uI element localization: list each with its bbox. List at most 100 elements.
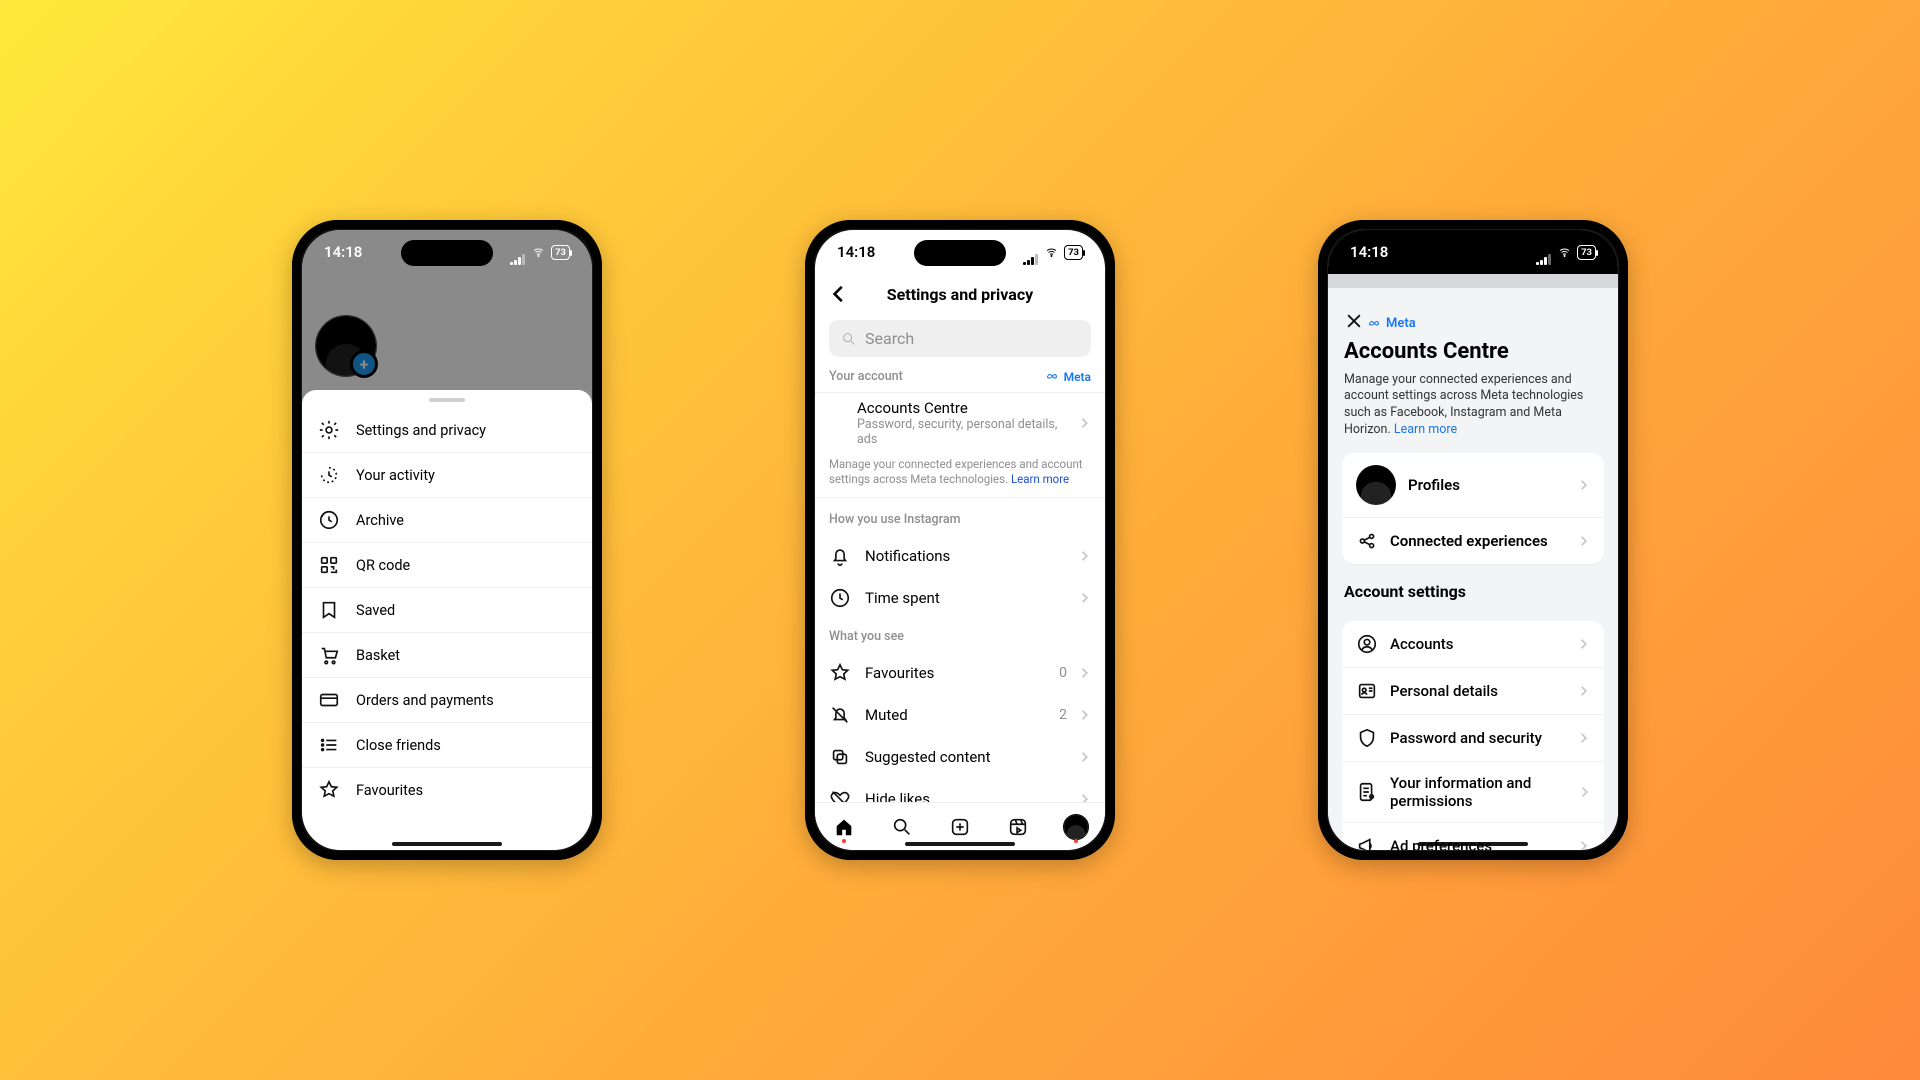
bell-icon xyxy=(829,545,851,567)
cellular-icon xyxy=(510,247,526,258)
home-indicator[interactable] xyxy=(392,842,502,846)
row-time-spent[interactable]: Time spent xyxy=(815,577,1105,619)
menu-item-orders[interactable]: Orders and payments xyxy=(302,678,592,723)
clock-icon xyxy=(829,587,851,609)
wifi-icon xyxy=(531,246,546,258)
row-label: Password and security xyxy=(1390,729,1542,747)
chevron-right-icon xyxy=(1576,534,1590,548)
menu-item-close-friends[interactable]: Close friends xyxy=(302,723,592,768)
row-muted[interactable]: Muted 2 xyxy=(815,694,1105,736)
learn-more-link[interactable]: Learn more xyxy=(1011,472,1069,486)
row-personal[interactable]: Personal details xyxy=(1342,668,1604,715)
chevron-right-icon xyxy=(1576,637,1590,651)
back-icon[interactable] xyxy=(825,282,849,306)
tab-home[interactable] xyxy=(824,807,864,847)
avatar-icon xyxy=(1064,815,1088,839)
tab-reels[interactable] xyxy=(998,807,1038,847)
row-notifications[interactable]: Notifications xyxy=(815,535,1105,577)
row-label: Accounts xyxy=(1390,635,1454,653)
chevron-right-icon xyxy=(1077,792,1091,802)
accounts-centre-footnote: Manage your connected experiences and ac… xyxy=(829,457,1091,487)
status-bar: 14:18 73 xyxy=(1328,230,1618,274)
meta-logo: Meta xyxy=(1368,316,1416,331)
menu-label: QR code xyxy=(356,557,410,574)
home-indicator[interactable] xyxy=(905,842,1015,846)
chevron-right-icon xyxy=(1576,731,1590,745)
menu-label: Saved xyxy=(356,602,395,619)
menu-label: Orders and payments xyxy=(356,692,494,709)
chevron-right-icon xyxy=(1077,708,1091,722)
chevron-right-icon xyxy=(1578,785,1590,799)
menu-item-basket[interactable]: Basket xyxy=(302,633,592,678)
menu-item-archive[interactable]: Archive xyxy=(302,498,592,543)
chevron-right-icon xyxy=(1077,549,1091,563)
what-you-see-label: What you see xyxy=(829,629,904,644)
qr-icon xyxy=(318,554,340,576)
chevron-right-icon xyxy=(1576,839,1590,850)
tab-create[interactable] xyxy=(940,807,980,847)
row-password[interactable]: Password and security xyxy=(1342,715,1604,762)
sheet-grip[interactable] xyxy=(429,398,465,402)
menu-item-saved[interactable]: Saved xyxy=(302,588,592,633)
row-connected-experiences[interactable]: Connected experiences xyxy=(1342,518,1604,564)
orders-icon xyxy=(318,689,340,711)
tab-profile[interactable] xyxy=(1056,807,1096,847)
chevron-right-icon xyxy=(1576,478,1590,492)
activity-icon xyxy=(318,464,340,486)
clock: 14:18 xyxy=(324,243,362,261)
three-phones-mockup: 14:18 73 159Posts xyxy=(217,138,1704,942)
tab-search[interactable] xyxy=(882,807,922,847)
menu-label: Close friends xyxy=(356,737,441,754)
dynamic-island xyxy=(914,240,1006,266)
close-friends-icon xyxy=(318,734,340,756)
search-placeholder: Search xyxy=(865,329,914,348)
star-icon xyxy=(829,662,851,684)
archive-icon xyxy=(318,509,340,531)
phone-2: 14:18 73 Settings and privacy Search xyxy=(805,220,1115,860)
clock: 14:18 xyxy=(837,243,875,261)
menu-item-qr[interactable]: QR code xyxy=(302,543,592,588)
row-label: Personal details xyxy=(1390,682,1498,700)
chevron-right-icon xyxy=(1576,684,1590,698)
home-indicator[interactable] xyxy=(1418,842,1528,846)
plus-square-icon xyxy=(949,816,971,838)
account-settings-heading: Account settings xyxy=(1328,564,1618,607)
menu-label: Settings and privacy xyxy=(356,422,486,439)
muted-count: 2 xyxy=(1059,707,1067,723)
row-hide-likes[interactable]: Hide likes xyxy=(815,778,1105,802)
menu-item-settings[interactable]: Settings and privacy xyxy=(302,408,592,453)
wifi-icon xyxy=(1557,246,1572,258)
bell-off-icon xyxy=(829,704,851,726)
row-profiles[interactable]: Profiles xyxy=(1342,453,1604,518)
menu-label: Archive xyxy=(356,512,404,529)
cellular-icon xyxy=(1023,247,1039,258)
basket-icon xyxy=(318,644,340,666)
heart-off-icon xyxy=(829,788,851,802)
battery-icon: 73 xyxy=(1577,245,1596,260)
phone-1: 14:18 73 159Posts xyxy=(292,220,602,860)
settings-icon xyxy=(318,419,340,441)
meta-brand-tag: Meta xyxy=(1046,370,1091,384)
row-suggested[interactable]: Suggested content xyxy=(815,736,1105,778)
saved-icon xyxy=(318,599,340,621)
reels-icon xyxy=(1007,816,1029,838)
row-accounts[interactable]: Accounts xyxy=(1342,621,1604,668)
battery-icon: 73 xyxy=(551,245,570,260)
menu-item-favourites[interactable]: Favourites xyxy=(302,768,592,812)
dynamic-island xyxy=(401,240,493,266)
row-favourites[interactable]: Favourites 0 xyxy=(815,652,1105,694)
share-icon xyxy=(1356,530,1378,552)
close-icon[interactable] xyxy=(1344,311,1364,331)
accounts-centre-card[interactable]: Accounts Centre Password, security, pers… xyxy=(815,392,1105,498)
your-account-label: Your account xyxy=(829,369,903,384)
search-input[interactable]: Search xyxy=(829,320,1091,357)
page-title: Settings and privacy xyxy=(887,285,1033,304)
cellular-icon xyxy=(1536,247,1552,258)
row-info[interactable]: Your information and permissions xyxy=(1342,762,1604,823)
ads-icon xyxy=(1356,835,1378,850)
learn-more-link[interactable]: Learn more xyxy=(1394,422,1457,437)
battery-icon: 73 xyxy=(1064,245,1083,260)
menu-item-activity[interactable]: Your activity xyxy=(302,453,592,498)
accounts-centre-title: Accounts Centre xyxy=(1344,339,1602,364)
chevron-right-icon xyxy=(1077,591,1091,605)
